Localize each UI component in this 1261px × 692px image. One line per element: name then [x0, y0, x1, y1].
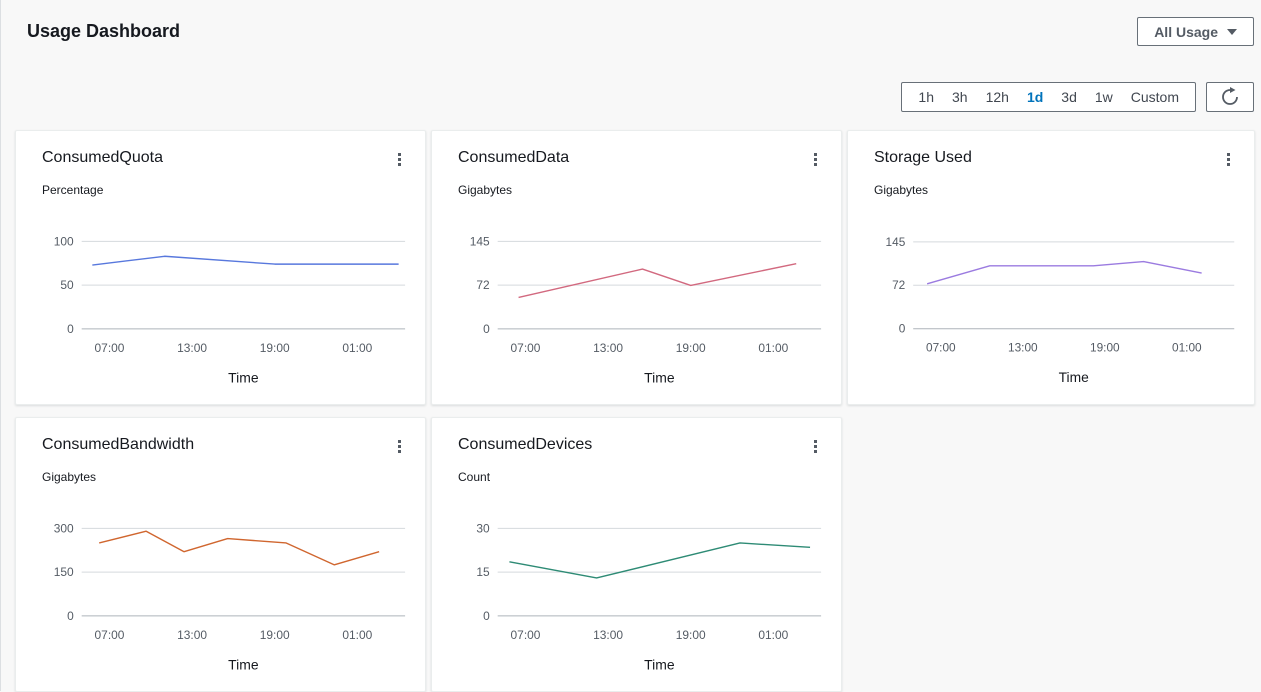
kebab-menu-icon[interactable]	[392, 436, 407, 457]
svg-text:0: 0	[899, 322, 906, 336]
svg-text:150: 150	[54, 565, 74, 579]
chart-unit-label: Gigabytes	[458, 183, 512, 197]
svg-text:01:00: 01:00	[758, 628, 788, 642]
svg-text:Time: Time	[644, 370, 675, 386]
svg-text:Time: Time	[228, 657, 259, 673]
svg-text:0: 0	[483, 609, 490, 623]
page-title: Usage Dashboard	[27, 21, 180, 42]
svg-text:50: 50	[60, 278, 74, 292]
svg-text:300: 300	[54, 521, 74, 535]
kebab-menu-icon[interactable]	[392, 149, 407, 170]
time-range-selector: 1h 3h 12h 1d 3d 1w Custom	[901, 82, 1196, 112]
svg-text:72: 72	[476, 278, 490, 292]
time-range-12h[interactable]: 12h	[977, 83, 1018, 111]
svg-text:19:00: 19:00	[676, 341, 706, 355]
charts-grid: ConsumedQuota Percentage 100 50 0 07:00 13:0…	[15, 130, 1255, 692]
chart-card-storage-used: Storage Used Gigabytes 14572007:0013:001…	[847, 130, 1255, 405]
svg-text:15: 15	[476, 565, 490, 579]
line-chart-consumed-quota: 100 50 0 07:00 13:00 19:00 01:00 Time	[16, 221, 425, 396]
svg-text:07:00: 07:00	[511, 628, 541, 642]
svg-text:01:00: 01:00	[342, 341, 372, 355]
time-range-3h[interactable]: 3h	[943, 83, 977, 111]
svg-text:07:00: 07:00	[511, 341, 541, 355]
chart-title: Storage Used	[874, 149, 972, 167]
svg-text:145: 145	[470, 234, 490, 248]
time-range-3d[interactable]: 3d	[1052, 83, 1086, 111]
svg-text:01:00: 01:00	[758, 341, 788, 355]
line-chart-consumed-bandwidth: 300 150 0 07:00 13:00 19:00 01:00 Time	[16, 508, 425, 683]
chart-card-consumed-devices: ConsumedDevices Count 30 15 0 07:00 13:00 19:…	[431, 417, 842, 692]
chart-title: ConsumedBandwidth	[42, 436, 194, 454]
chart-unit-label: Gigabytes	[42, 470, 96, 484]
svg-text:0: 0	[67, 609, 74, 623]
chart-unit-label: Percentage	[42, 183, 103, 197]
chart-title: ConsumedDevices	[458, 436, 592, 454]
svg-text:Time: Time	[644, 657, 675, 673]
kebab-menu-icon[interactable]	[1221, 149, 1236, 170]
usage-dashboard-page: Usage Dashboard All Usage 1h 3h 12h 1d 3…	[1, 0, 1261, 691]
kebab-menu-icon[interactable]	[808, 149, 823, 170]
svg-text:13:00: 13:00	[593, 341, 623, 355]
svg-text:07:00: 07:00	[95, 341, 125, 355]
svg-text:19:00: 19:00	[260, 341, 290, 355]
time-range-1h[interactable]: 1h	[909, 83, 943, 111]
svg-text:13:00: 13:00	[1008, 340, 1038, 354]
chart-card-consumed-data: ConsumedData Gigabytes 14572007:0013:001…	[431, 130, 842, 405]
chart-unit-label: Count	[458, 470, 490, 484]
time-range-1w[interactable]: 1w	[1086, 83, 1122, 111]
svg-text:07:00: 07:00	[926, 340, 956, 354]
chart-title: ConsumedQuota	[42, 149, 163, 167]
svg-text:19:00: 19:00	[676, 628, 706, 642]
svg-text:Time: Time	[1059, 369, 1089, 385]
line-chart-consumed-data: 145 72 0 07:00 13:00 19:00 01:00 Time	[432, 221, 841, 396]
all-usage-dropdown[interactable]: All Usage	[1137, 17, 1254, 46]
all-usage-dropdown-label: All Usage	[1154, 24, 1218, 40]
svg-text:72: 72	[892, 278, 905, 292]
svg-text:0: 0	[67, 322, 74, 336]
chart-card-consumed-bandwidth: ConsumedBandwidth Gigabytes 300 150 0 07:00…	[15, 417, 426, 692]
svg-text:0: 0	[483, 322, 490, 336]
chart-unit-label: Gigabytes	[874, 183, 928, 197]
svg-text:100: 100	[54, 234, 74, 248]
line-chart-consumed-devices: 30 15 0 07:00 13:00 19:00 01:00 Time	[432, 508, 841, 683]
line-chart-storage-used: 145 72 0 07:00 13:00 19:00 01:00 Time	[848, 221, 1254, 396]
svg-text:01:00: 01:00	[342, 628, 372, 642]
svg-text:13:00: 13:00	[593, 628, 623, 642]
caret-down-icon	[1227, 29, 1237, 35]
svg-text:145: 145	[886, 235, 906, 249]
chart-title: ConsumedData	[458, 149, 569, 167]
svg-text:13:00: 13:00	[177, 341, 207, 355]
time-range-1d[interactable]: 1d	[1018, 83, 1052, 111]
svg-text:13:00: 13:00	[177, 628, 207, 642]
chart-card-consumed-quota: ConsumedQuota Percentage 100 50 0 07:00 13:0…	[15, 130, 426, 405]
refresh-icon	[1219, 86, 1241, 108]
svg-text:07:00: 07:00	[95, 628, 125, 642]
refresh-button[interactable]	[1206, 82, 1254, 112]
kebab-menu-icon[interactable]	[808, 436, 823, 457]
svg-text:19:00: 19:00	[260, 628, 290, 642]
time-range-custom[interactable]: Custom	[1122, 83, 1188, 111]
svg-text:19:00: 19:00	[1090, 340, 1120, 354]
svg-text:30: 30	[476, 521, 490, 535]
svg-text:01:00: 01:00	[1172, 340, 1202, 354]
svg-text:Time: Time	[228, 370, 259, 386]
